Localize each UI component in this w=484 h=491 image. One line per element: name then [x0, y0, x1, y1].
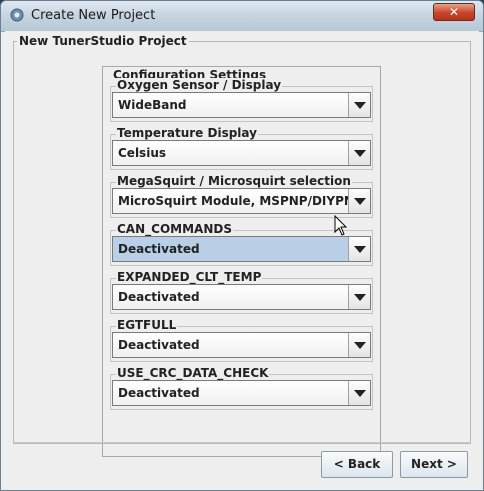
use-crc-data-check-label: USE_CRC_DATA_CHECK	[116, 366, 270, 380]
dropdown-arrow-icon[interactable]	[348, 333, 370, 357]
dropdown-arrow-icon[interactable]	[348, 93, 370, 117]
egtfull-label: EGTFULL	[116, 318, 178, 332]
use-crc-data-check-select[interactable]: Deactivated	[112, 380, 371, 406]
expanded-clt-temp-field: EXPANDED_CLT_TEMP Deactivated	[110, 270, 373, 314]
oxygen-sensor-label: Oxygen Sensor / Display	[116, 78, 283, 92]
oxygen-sensor-value: WideBand	[118, 98, 187, 112]
egtfull-field: EGTFULL Deactivated	[110, 318, 373, 362]
use-crc-data-check-field: USE_CRC_DATA_CHECK Deactivated	[110, 366, 373, 410]
temperature-display-select[interactable]: Celsius	[112, 140, 371, 166]
megasquirt-selection-label: MegaSquirt / Microsquirt selection	[116, 174, 352, 188]
dropdown-arrow-icon[interactable]	[348, 189, 370, 213]
megasquirt-selection-select[interactable]: MicroSquirt Module, MSPNP/DIYPNP	[112, 188, 371, 214]
oxygen-sensor-field: Oxygen Sensor / Display WideBand	[110, 78, 373, 122]
create-project-window: Create New Project ✕ New TunerStudio Pro…	[0, 0, 484, 491]
dropdown-arrow-icon[interactable]	[348, 381, 370, 405]
close-button[interactable]: ✕	[433, 3, 475, 21]
expanded-clt-temp-select[interactable]: Deactivated	[112, 284, 371, 310]
temperature-display-label: Temperature Display	[116, 126, 258, 140]
dropdown-arrow-icon[interactable]	[348, 141, 370, 165]
can-commands-label: CAN_COMMANDS	[116, 222, 233, 236]
dialog-content: New TunerStudio Project Configuration Se…	[5, 31, 479, 487]
dropdown-arrow-icon[interactable]	[348, 237, 370, 261]
dropdown-arrow-icon[interactable]	[348, 285, 370, 309]
expanded-clt-temp-label: EXPANDED_CLT_TEMP	[116, 270, 263, 284]
megasquirt-selection-value: MicroSquirt Module, MSPNP/DIYPNP	[118, 194, 363, 208]
can-commands-value: Deactivated	[118, 242, 200, 256]
next-button[interactable]: Next >	[400, 451, 468, 478]
can-commands-select[interactable]: Deactivated	[112, 236, 371, 262]
use-crc-data-check-value: Deactivated	[118, 386, 200, 400]
mouse-cursor-icon	[334, 215, 348, 236]
expanded-clt-temp-value: Deactivated	[118, 290, 200, 304]
app-icon	[10, 8, 24, 22]
window-title: Create New Project	[31, 8, 156, 23]
back-button[interactable]: < Back	[321, 451, 393, 478]
oxygen-sensor-select[interactable]: WideBand	[112, 92, 371, 118]
project-group-title: New TunerStudio Project	[17, 34, 189, 48]
button-separator	[13, 442, 471, 443]
egtfull-value: Deactivated	[118, 338, 200, 352]
temperature-display-value: Celsius	[118, 146, 166, 160]
megasquirt-selection-field: MegaSquirt / Microsquirt selection Micro…	[110, 174, 373, 218]
temperature-display-field: Temperature Display Celsius	[110, 126, 373, 170]
egtfull-select[interactable]: Deactivated	[112, 332, 371, 358]
title-bar[interactable]: Create New Project ✕	[1, 1, 483, 32]
